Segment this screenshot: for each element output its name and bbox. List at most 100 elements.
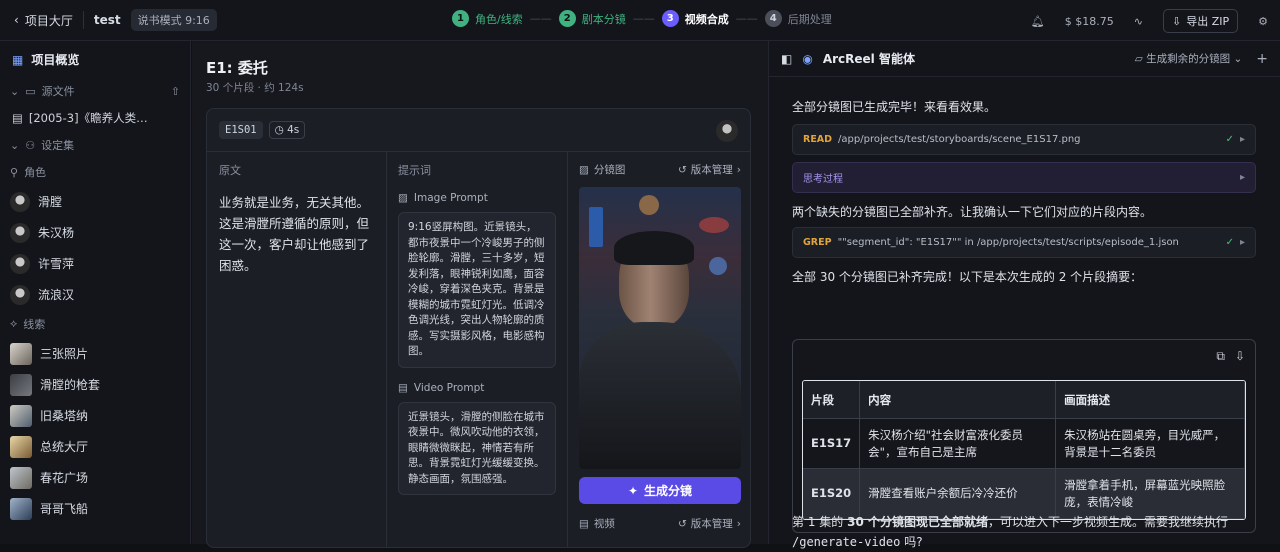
role-item[interactable]: 朱汉杨 (0, 217, 190, 248)
export-zip-button[interactable]: ⇩ 导出 ZIP (1162, 9, 1239, 33)
image-prompt-header: ▨ Image Prompt (398, 192, 556, 204)
role-item[interactable]: 流浪汉 (0, 279, 190, 310)
download-icon: ⇩ (1171, 14, 1182, 28)
video-prompt-field[interactable]: 近景镜头，滑膛的侧脸在城市夜景中。微风吹动他的衣领，眼睛微微眯起，神情若有所思。… (398, 401, 556, 495)
version-management-button[interactable]: ↺ 版本管理 › (678, 162, 741, 177)
avatar (10, 284, 30, 305)
source-file-item[interactable]: ▤ [2005-3]《瞻养人类… (0, 104, 190, 132)
step-1[interactable]: 1 角色/线索 (452, 10, 523, 27)
source-section-header[interactable]: ⌄ ▭ 源文件 ⇧ (0, 78, 190, 104)
version-label: 版本管理 (690, 518, 733, 530)
sidebar-overview[interactable]: ▦ 项目概览 (0, 41, 190, 78)
session-selector[interactable]: ▱ 生成剩余的分镜图 ⌄ (1135, 51, 1243, 66)
tool-status: ✓ ▸ (1226, 134, 1245, 145)
chevron-down-icon: ⌄ (1233, 53, 1243, 65)
clue-item[interactable]: 滑膛的枪套 (0, 369, 190, 400)
image-icon: ▨ (398, 192, 408, 204)
bell-icon[interactable]: 🔔︎ (1031, 15, 1045, 28)
storyboard-label: 分镜图 (593, 164, 626, 176)
clue-name: 三张照片 (40, 347, 89, 361)
image-icon: ▨ (579, 163, 589, 176)
clue-item[interactable]: 总统大厅 (0, 431, 190, 462)
clue-name: 春花广场 (40, 471, 89, 485)
final-text: 吗? (900, 535, 923, 549)
cost-display[interactable]: $ $18.75 (1065, 15, 1114, 28)
assistant-message: 两个缺失的分镜图已全部补齐。让我确认一下它们对应的片段内容。 (792, 205, 1153, 219)
check-icon: ✓ (1225, 134, 1234, 145)
role-item[interactable]: 许雪萍 (0, 248, 190, 279)
thinking-toggle[interactable]: 思考过程 ▸ (792, 162, 1256, 193)
step-1-number: 1 (452, 10, 469, 27)
mode-badge: 说书模式 9:16 (130, 9, 217, 31)
sparkle-icon: ✦ (627, 483, 639, 498)
duration-button[interactable]: ◷ 4s (268, 121, 306, 139)
version-label: 版本管理 (690, 164, 733, 176)
back-to-lobby-button[interactable]: ‹ 项目大厅 (14, 12, 73, 29)
video-label: 视频 (593, 518, 615, 530)
step-1-label: 角色/线索 (475, 12, 523, 26)
image-prompt-label: Image Prompt (413, 192, 488, 204)
clue-item[interactable]: 春花广场 (0, 462, 190, 493)
clue-name: 旧桑塔纳 (40, 409, 89, 423)
segment-card: E1S01 ◷ 4s 原文 业务就是业务，无关其他。这是滑膛所遵循的原则，但这一… (206, 108, 751, 548)
panel-toggle-icon[interactable]: ◧ (781, 52, 792, 66)
history-icon: ↺ (677, 517, 687, 530)
download-icon[interactable]: ⇩ (1235, 349, 1245, 364)
prompt-column: 提示词 ▨ Image Prompt 9:16竖屏构图。近景镜头，都市夜景中一个… (387, 152, 568, 547)
step-2[interactable]: 2 剧本分镜 (558, 10, 626, 27)
clue-item[interactable]: 三张照片 (0, 338, 190, 369)
sidebar-title: 项目概览 (31, 53, 80, 67)
clues-header: ⟡ 线索 (0, 310, 190, 338)
project-name: test (93, 13, 121, 27)
video-prompt-header: ▤ Video Prompt (398, 382, 556, 394)
tool-call-grep[interactable]: GREP ""segment_id": "E1S17"" in /app/pro… (792, 227, 1256, 258)
table-cell: E1S17 (803, 419, 861, 469)
tool-call-read[interactable]: READ /app/projects/test/storyboards/scen… (792, 124, 1256, 155)
clues-label: 线索 (23, 318, 46, 331)
tool-path: /app/projects/test/storyboards/scene_E1S… (838, 134, 1081, 145)
table-row: E1S17 朱汉杨介绍"社会财富液化委员会"，宣布自己是主席 朱汉杨站在圆桌旁，… (803, 419, 1245, 469)
table-cell: 朱汉杨介绍"社会财富液化委员会"，宣布自己是主席 (860, 419, 1057, 469)
export-label: 导出 ZIP (1186, 15, 1230, 28)
storyboard-image[interactable] (579, 187, 741, 469)
file-icon: ▤ (12, 111, 23, 125)
figure-hair (614, 231, 694, 265)
copy-icon[interactable]: ⧉ (1216, 349, 1225, 364)
clue-item[interactable]: 旧桑塔纳 (0, 400, 190, 431)
original-text: 业务就是业务，无关其他。这是滑膛所遵循的原则，但这一次，客户却让他感到了困惑。 (219, 195, 370, 273)
thinking-label: 思考过程 (803, 174, 843, 185)
video-version-button[interactable]: ↺ 版本管理 › (678, 516, 741, 531)
avatar[interactable] (716, 120, 738, 142)
assistant-header: ◧ ◉ ArcReel 智能体 ▱ 生成剩余的分镜图 ⌄ + (769, 41, 1280, 77)
avatar (10, 253, 30, 274)
episode-subtitle: 30 个片段 · 约 124s (206, 82, 304, 94)
activity-icon[interactable]: ∿ (1134, 15, 1143, 28)
step-4[interactable]: 4 后期处理 (764, 10, 832, 27)
assistant-panel: ◧ ◉ ArcReel 智能体 ▱ 生成剩余的分镜图 ⌄ + 全部分镜图已生成完… (768, 41, 1280, 549)
episode-panel: E1: 委托 30 个片段 · 约 124s E1S01 ◷ 4s 原文 业务就… (192, 41, 768, 548)
settings-section-label: 设定集 (41, 139, 75, 152)
table-cell: 朱汉杨站在圆桌旁，目光威严，背景是十二名委员 (1056, 419, 1245, 469)
dollar-icon: $ (1064, 14, 1072, 28)
chevron-right-icon: ▸ (1239, 134, 1245, 145)
chevron-left-icon: ‹ (14, 13, 19, 27)
neon-light (589, 207, 603, 247)
role-item[interactable]: 滑膛 (0, 186, 190, 217)
bot-icon: ◉ (802, 51, 813, 66)
chevron-right-icon: › (736, 163, 741, 176)
plus-icon[interactable]: + (1256, 51, 1268, 67)
video-prompt-label: Video Prompt (413, 381, 485, 394)
step-4-number: 4 (764, 10, 782, 27)
gear-icon[interactable]: ⚙ (1258, 15, 1268, 28)
settings-section-header[interactable]: ⌄ ⚇ 设定集 (0, 132, 190, 158)
clue-thumbnail (10, 466, 32, 489)
clue-item[interactable]: 哥哥飞船 (0, 493, 190, 524)
roles-header: ⚲ 角色 (0, 158, 190, 186)
grid-icon: ▦ (12, 52, 24, 67)
divider (82, 11, 84, 29)
original-text-column: 原文 业务就是业务，无关其他。这是滑膛所遵循的原则，但这一次，客户却让他感到了困… (207, 152, 387, 547)
image-prompt-field[interactable]: 9:16竖屏构图。近景镜头，都市夜景中一个冷峻男子的侧脸轮廓。滑膛，三十多岁，短… (398, 212, 556, 368)
generate-storyboard-button[interactable]: ✦ 生成分镜 (579, 477, 741, 504)
step-3[interactable]: 3 视频合成 (661, 10, 729, 27)
upload-icon[interactable]: ⇧ (171, 85, 180, 98)
